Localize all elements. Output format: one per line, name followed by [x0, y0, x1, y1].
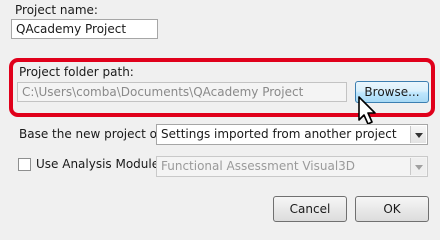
- project-folder-input[interactable]: C:\Users\comba\Documents\QAcademy Projec…: [17, 82, 347, 102]
- project-name-input[interactable]: QAcademy Project: [11, 19, 158, 39]
- chevron-down-icon: [415, 165, 423, 170]
- analysis-module-dropdown-button[interactable]: [410, 158, 426, 175]
- analysis-module-checkbox[interactable]: [18, 158, 31, 171]
- base-project-dropdown-button[interactable]: [410, 126, 426, 143]
- chevron-down-icon: [415, 133, 423, 138]
- mouse-cursor-icon: [358, 96, 376, 125]
- analysis-module-selected: Functional Assessment Visual3D: [161, 159, 356, 173]
- analysis-module-select[interactable]: Functional Assessment Visual3D: [156, 156, 428, 177]
- project-name-label: Project name:: [15, 3, 98, 17]
- base-project-selected: Settings imported from another project: [161, 127, 397, 141]
- base-project-label: Base the new project on:: [19, 127, 169, 141]
- base-project-select[interactable]: Settings imported from another project: [156, 124, 428, 145]
- project-folder-label: Project folder path:: [19, 65, 134, 79]
- cancel-button[interactable]: Cancel: [273, 196, 347, 222]
- ok-button[interactable]: OK: [355, 196, 429, 222]
- analysis-module-label: Use Analysis Module:: [36, 157, 164, 171]
